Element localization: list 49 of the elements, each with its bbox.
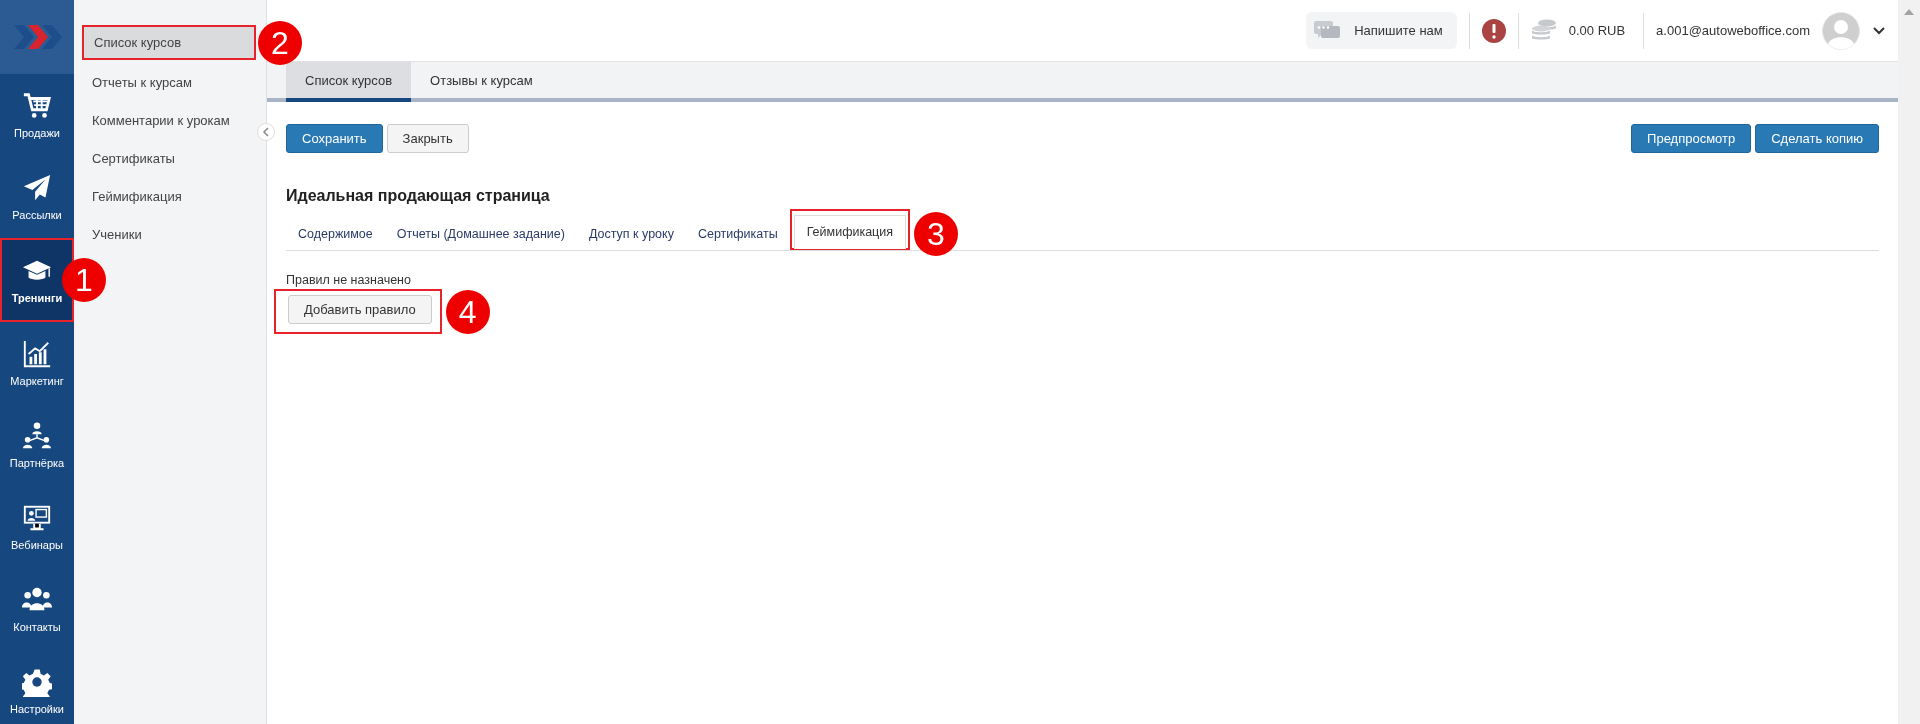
content-tab[interactable]: Геймификация [793,215,906,249]
alert-icon[interactable] [1481,18,1506,43]
callout-number: 2 [258,20,302,65]
content-tab[interactable]: Доступ к уроку [576,218,686,250]
user-email[interactable]: a.001@autoweboffice.com [1656,23,1810,38]
toolbar-button[interactable]: Сохранить [286,124,383,153]
settings-icon [22,667,52,697]
callout-number: 3 [914,211,958,256]
empty-rules-text: Правил не назначено [286,273,412,287]
nav-item[interactable]: Настройки [0,650,74,724]
avatar-icon[interactable] [1822,11,1860,50]
nav-item[interactable]: Вебинары [0,486,74,568]
collapse-button[interactable] [257,123,275,141]
chevron-left-icon [262,127,270,137]
submenu-item[interactable]: Сертификаты [82,143,256,174]
chat-button[interactable]: Напишите нам [1306,12,1457,49]
submenu-item[interactable]: Список курсов [84,27,254,58]
content-tab[interactable]: Отчеты (Домашнее задание) [384,218,577,250]
nav-item[interactable]: Партнёрка [0,404,74,486]
balance-text: 0.00 RUB [1568,23,1626,38]
logo-icon[interactable] [0,0,74,74]
scrollbar[interactable] [1898,0,1920,724]
page-tab[interactable]: Отзывы к курсам [411,62,552,102]
paper-plane-icon [22,173,52,203]
chat-bubbles-icon [1314,20,1341,41]
toolbar-button[interactable]: Закрыть [386,124,469,153]
cart-icon [22,91,52,121]
nav-item[interactable]: Продажи [0,74,74,156]
page-title: Идеальная продающая страница [286,187,551,205]
monitor-icon [22,503,52,533]
submenu-item[interactable]: Ученики [82,219,256,250]
toolbar-button[interactable]: Сделать копию [1755,124,1879,153]
nav-item[interactable]: Тренинги [2,240,72,320]
submenu-item[interactable]: Геймификация [82,181,256,212]
content-tab[interactable]: Сертификаты [685,218,790,250]
toolbar-button[interactable]: Предпросмотр [1631,124,1752,153]
submenu-item[interactable]: Комментарии к урокам [82,105,256,136]
bar-chart-icon [22,339,52,369]
callout-number: 4 [445,289,490,334]
scroll-up-icon[interactable] [1904,8,1914,15]
content-tab[interactable]: Содержимое [286,218,385,250]
people-network-icon [22,421,52,451]
chevron-down-icon[interactable] [1872,25,1886,36]
page-tab[interactable]: Список курсов [286,62,412,102]
nav-item[interactable]: Рассылки [0,156,74,238]
submenu-item[interactable]: Отчеты к курсам [82,67,256,98]
nav-item[interactable]: Контакты [0,568,74,650]
nav-item[interactable]: Маркетинг [0,322,74,404]
add-rule-button[interactable]: Добавить правило [288,295,432,324]
